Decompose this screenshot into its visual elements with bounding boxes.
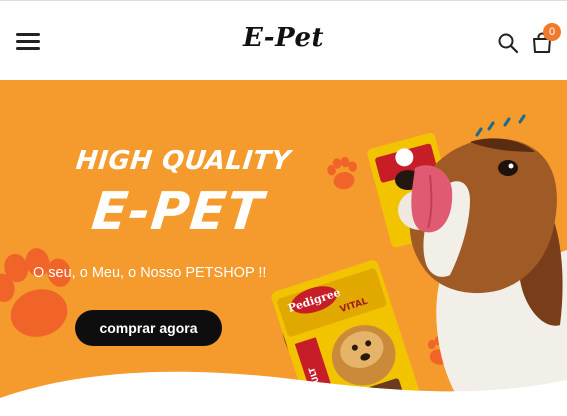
buy-now-button[interactable]: comprar agora xyxy=(75,310,222,346)
beagle-dog-image xyxy=(395,138,567,416)
hero-headline-big: E-PET xyxy=(88,182,267,242)
hero-headline-small: HIGH QUALITY xyxy=(74,146,293,176)
paw-icon xyxy=(0,240,86,347)
hero-illustration: Pedigree VITAL ADULT xyxy=(0,114,567,416)
hero-banner: Pedigree VITAL ADULT HIGH QUALITY E-PET … xyxy=(0,80,567,416)
paw-icon xyxy=(325,155,361,192)
search-icon[interactable] xyxy=(497,32,519,54)
accent-marks xyxy=(475,114,526,137)
cart-count-badge: 0 xyxy=(543,23,561,41)
site-logo[interactable]: E-Pet xyxy=(0,23,567,53)
hero-tagline: O seu, o Meu, o Nosso PETSHOP !! xyxy=(33,265,267,281)
site-header: E-Pet 0 xyxy=(0,0,567,80)
